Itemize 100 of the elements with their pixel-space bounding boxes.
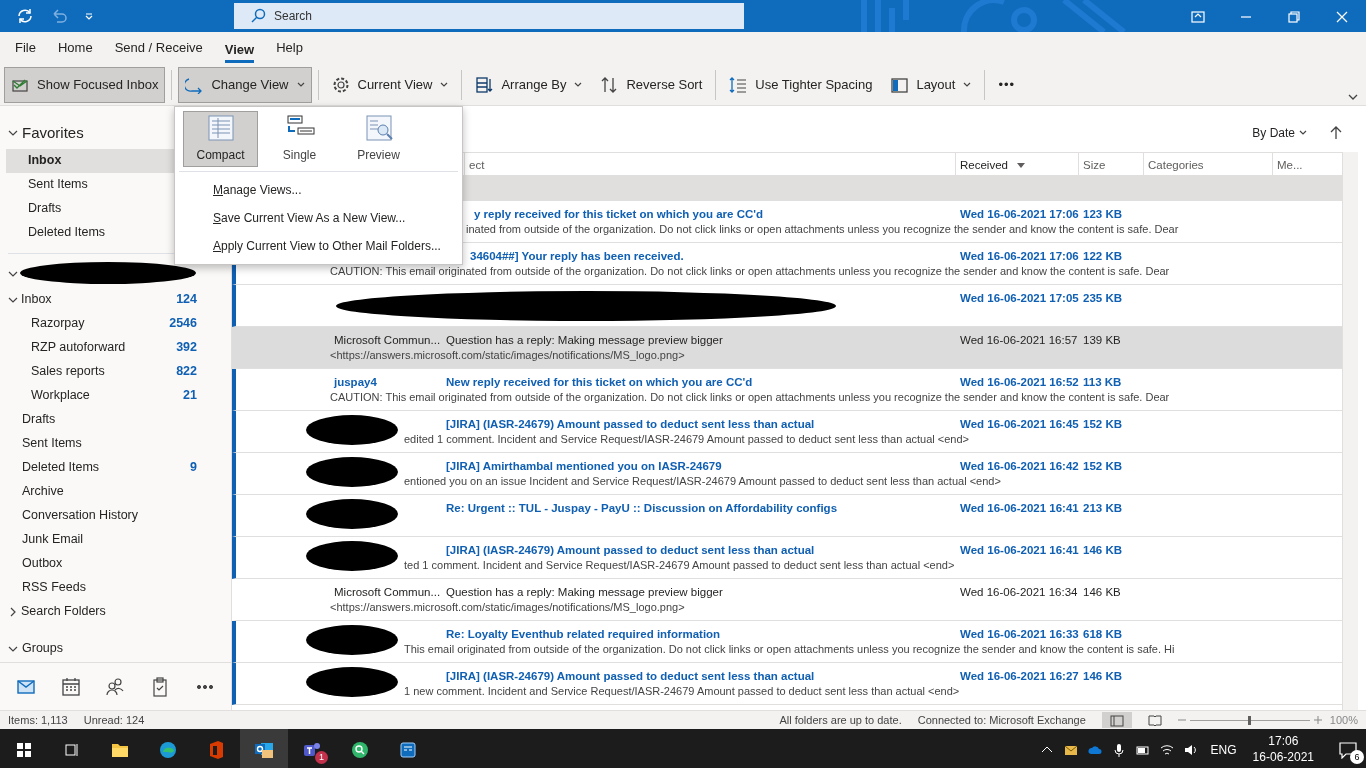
calendar-icon[interactable]	[60, 676, 81, 697]
size-text: 152 KB	[1083, 459, 1123, 474]
menu-item[interactable]: Apply Current View to Other Mail Folders...	[175, 232, 462, 260]
subject-text: y reply received for this ticket on which you are CC'd	[473, 207, 765, 222]
unread-count: 9	[190, 459, 197, 477]
reading-view-icon[interactable]	[1147, 714, 1162, 726]
zoom-slider[interactable]	[1189, 715, 1310, 725]
folder-item[interactable]: Junk Email	[0, 527, 231, 552]
normal-view-icon[interactable]	[1109, 714, 1124, 727]
sort-arrow-icon[interactable]	[1330, 126, 1342, 140]
language-indicator[interactable]: ENG	[1210, 740, 1237, 759]
received-time: Wed 16-06-2021 17:05	[960, 291, 1080, 306]
subject-text: Re: Loyalty Eventhub related required information	[446, 627, 722, 642]
ribbon-tab[interactable]: Help	[265, 32, 314, 64]
status-text: Items: 1,113	[8, 712, 68, 728]
ribbon-tab[interactable]: Send / Receive	[103, 32, 214, 64]
folder-item[interactable]: Sent Items	[0, 431, 231, 456]
message-row[interactable]: Microsoft Commun... Question has a reply: Making message preview bigger Wed 16-06-2021 16:34 146 KB <https://answers.microsoft.com/static/images/notifications/MS_logo.png>	[232, 579, 1342, 621]
folder-item[interactable]: Drafts	[0, 407, 231, 432]
menu-item[interactable]: Manage Views...	[175, 176, 462, 204]
up-down-arrows-icon	[600, 75, 619, 94]
folder-item[interactable]: Archive	[0, 479, 231, 504]
search-field[interactable]: Search	[234, 3, 744, 29]
folder-item[interactable]: Razorpay 2546	[0, 311, 231, 336]
received-time: Wed 16-06-2021 16:27	[960, 669, 1080, 684]
toolbar-button[interactable]: Change View	[178, 66, 312, 103]
sync-icon[interactable]	[16, 7, 34, 25]
notification-icon[interactable]	[1338, 740, 1358, 759]
message-row[interactable]: Re: Urgent :: TUL - Juspay - PayU :: Discussion on Affordability configs Wed 16-06-2021 16:41 213 KB	[232, 495, 1342, 537]
received-time: Wed 16-06-2021 17:06	[960, 207, 1080, 222]
gear-icon	[331, 75, 350, 94]
toolbar-button[interactable]: Show Focused Inbox	[4, 66, 166, 103]
toolbar-button[interactable]: Arrange By	[468, 66, 590, 103]
received-time: Wed 16-06-2021 16:52	[960, 375, 1080, 390]
message-row[interactable]	[232, 621, 1342, 663]
folder-item[interactable]: Search Folders	[0, 599, 231, 624]
clock-time[interactable]: 17:06	[1268, 733, 1299, 750]
taskbar-app[interactable]	[240, 729, 288, 768]
table-grid-icon	[205, 114, 236, 142]
folder-item[interactable]: RSS Feeds	[0, 575, 231, 600]
size-text: 235 KB	[1083, 291, 1123, 306]
size-text: 146 KB	[1083, 669, 1123, 684]
notification-badge: 6	[1350, 749, 1364, 764]
size-text: 122 KB	[1083, 249, 1123, 264]
view-option[interactable]: Compact	[183, 111, 258, 167]
toolbar-button[interactable]: Current View	[324, 66, 456, 103]
received-time: Wed 16-06-2021 16:42	[960, 459, 1080, 474]
received-time: Wed 16-06-2021 16:45	[960, 417, 1080, 432]
people-icon[interactable]	[105, 676, 126, 697]
magnifier-page-icon	[363, 114, 394, 142]
sender-name: Microsoft Commun...	[334, 333, 442, 348]
restore-icon[interactable]	[1190, 8, 1206, 25]
section-header[interactable]: Groups	[22, 639, 63, 658]
taskbar-app[interactable]: 1	[288, 729, 336, 768]
section-header[interactable]: Favorites	[22, 122, 84, 145]
preview-text: CAUTION: This email originated from outside of the organization. Do not click links or open attachments unless you recognize the sender and know the content is safe. Dear	[329, 390, 1170, 405]
folder-item[interactable]: Sales reports 822	[0, 359, 231, 384]
folder-item[interactable]: Conversation History	[0, 503, 231, 528]
preview-text: CAUTION: This email originated from outside of the organization. Do not click links or open attachments unless you recognize the sender and know the content is safe. Dear	[329, 264, 1170, 279]
scrollbar[interactable]	[1342, 152, 1358, 710]
preview-text: inated from outside of the organization. Do not click links or open attachments unless you recognize the sender and know the content is safe. Dear	[465, 222, 1179, 237]
message-row[interactable]: [JIRA] (IASR-24679) Amount passed to deduct sent less than actual Wed 16-06-2021 16:27 146 KB 1 new comment. Incident and Service Request/IASR-24679 Amount passed to deduct sent less than actual <end>	[232, 663, 1342, 705]
size-text: 213 KB	[1083, 501, 1123, 516]
toolbar-button[interactable]: Layout	[883, 66, 979, 103]
collapse-icon[interactable]	[1348, 93, 1358, 102]
unread-count: 2546	[169, 315, 197, 333]
view-option[interactable]: Preview	[341, 111, 416, 167]
slider-thumb[interactable]	[1248, 716, 1252, 725]
message-row[interactable]: Microsoft Commun... Question has a reply: Making message preview bigger Wed 16-06-2021 16:57 139 KB <https://answers.microsoft.com/static/images/notifications/MS_logo.png>	[232, 327, 1342, 369]
folder-item[interactable]: Inbox 124	[0, 287, 231, 312]
toolbar-button[interactable]: Reverse Sort	[593, 66, 710, 103]
folder-item[interactable]: Deleted Items 9	[0, 455, 231, 480]
ribbon-tab[interactable]: Home	[46, 32, 104, 64]
maximize-icon[interactable]	[1286, 8, 1302, 25]
toolbar-button[interactable]: Use Tighter Spacing	[722, 66, 880, 103]
received-time: Wed 16-06-2021 16:41	[960, 543, 1080, 558]
caret-icon[interactable]	[84, 11, 94, 21]
list-sort-icon	[475, 75, 494, 94]
ribbon-tab[interactable]: View	[213, 32, 266, 64]
sort-dropdown[interactable]: By Date	[1245, 121, 1314, 145]
size-text: 139 KB	[1083, 333, 1122, 348]
sender-name: Microsoft Commun...	[334, 585, 442, 600]
clock-date[interactable]: 16-06-2021	[1252, 749, 1314, 766]
subject-text: New reply received for this ticket on which you are CC'd	[446, 375, 754, 390]
menu-item[interactable]: Save Current View As a New View...	[175, 204, 462, 232]
subject-text: 34604##] Your reply has been received.	[469, 249, 685, 264]
edge-logo-icon	[158, 739, 178, 760]
message-row[interactable]	[232, 411, 1342, 453]
folder-item[interactable]: Outbox	[0, 551, 231, 576]
subject-text: Question has a reply: Making message preview bigger	[446, 585, 724, 600]
folder-item[interactable]: Workplace 21	[0, 383, 231, 408]
size-text: 123 KB	[1083, 207, 1123, 222]
message-row[interactable]: [JIRA] Amirthambal mentioned you on IASR-24679 Wed 16-06-2021 16:42 152 KB entioned you on an issue Incident and Service Request/IASR-24679 Amount passed to deduct sent less than actual <end>	[232, 453, 1342, 495]
status-text: Unread: 124	[83, 712, 145, 728]
message-row[interactable]: [JIRA] (IASR-24679) Amount passed to deduct sent less than actual Wed 16-06-2021 16:41 146 KB ted 1 comment. Incident and Service Request/IASR-24679 Amount passed to deduct sent less than actual <end>	[232, 537, 1342, 579]
more-button[interactable]: •••	[991, 66, 1023, 103]
ribbon-tab[interactable]: File	[4, 32, 47, 64]
view-option[interactable]: Single	[262, 111, 337, 167]
folder-item[interactable]: RZP autoforward 392	[0, 335, 231, 360]
chevron-icon[interactable]	[8, 606, 18, 617]
